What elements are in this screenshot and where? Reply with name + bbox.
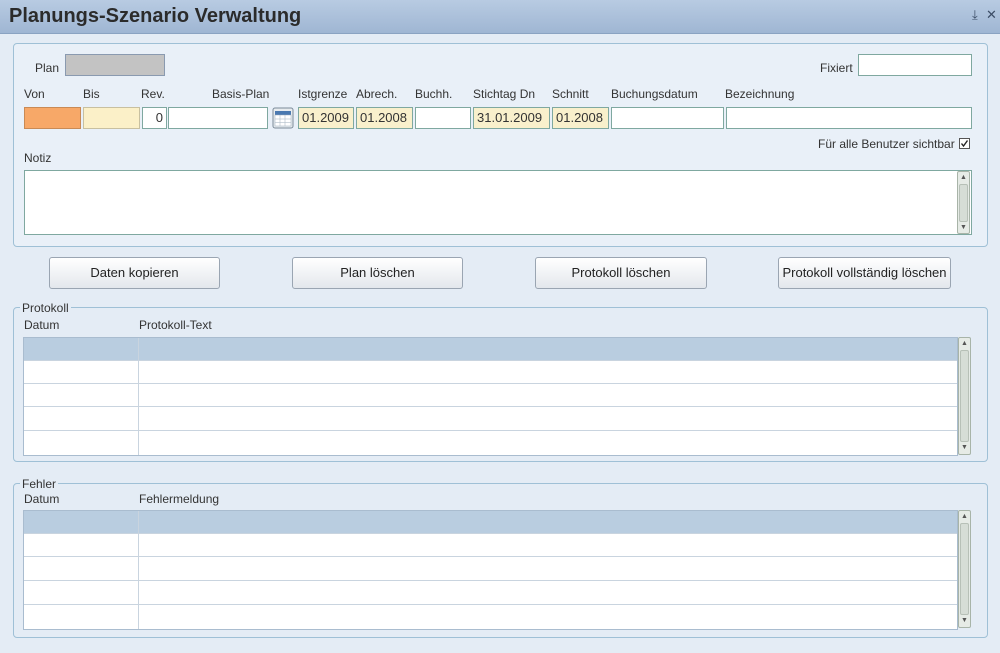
scroll-thumb[interactable]	[960, 523, 969, 615]
protokoll-header-datum: Datum	[24, 318, 60, 332]
table-row[interactable]	[24, 338, 957, 361]
fehler-table	[23, 510, 958, 630]
plan-loeschen-button[interactable]: Plan löschen	[292, 257, 463, 289]
scroll-thumb[interactable]	[960, 350, 969, 442]
protokoll-legend: Protokoll	[20, 301, 71, 315]
schnitt-label: Schnitt	[552, 87, 589, 101]
table-row[interactable]	[24, 582, 957, 605]
table-row[interactable]	[24, 511, 957, 534]
table-row[interactable]	[24, 605, 957, 628]
buchh-field[interactable]	[415, 107, 471, 129]
istgrenze-label: Istgrenze	[298, 87, 348, 101]
scroll-up-icon[interactable]: ▲	[960, 339, 969, 349]
bezeichnung-field[interactable]	[726, 107, 972, 129]
buchungsdatum-label: Buchungsdatum	[611, 87, 698, 101]
scroll-down-icon[interactable]: ▼	[960, 616, 969, 626]
minimize-icon[interactable]: ⤓	[972, 7, 978, 23]
daten-kopieren-button[interactable]: Daten kopieren	[49, 257, 220, 289]
protokoll-vollstaendig-loeschen-button[interactable]: Protokoll vollständig löschen	[778, 257, 951, 289]
fehler-scrollbar[interactable]: ▲ ▼	[958, 510, 971, 628]
buchungsdatum-field[interactable]	[611, 107, 724, 129]
fehler-legend: Fehler	[20, 477, 59, 491]
protokoll-scrollbar[interactable]: ▲ ▼	[958, 337, 971, 455]
istgrenze-field[interactable]: 01.2009	[298, 107, 354, 129]
basis-plan-label: Basis-Plan	[212, 87, 270, 101]
fehler-header-meldung: Fehlermeldung	[139, 492, 220, 506]
stichtag-label: Stichtag Dn	[473, 87, 536, 101]
table-row[interactable]	[24, 408, 957, 431]
rev-label: Rev.	[141, 87, 165, 101]
table-row[interactable]	[24, 534, 957, 557]
calendar-icon[interactable]	[272, 107, 294, 129]
protokoll-header-text: Protokoll-Text	[139, 318, 212, 332]
fixiert-field[interactable]	[858, 54, 972, 76]
stichtag-field[interactable]: 31.01.2009	[473, 107, 550, 129]
abrech-label: Abrech.	[356, 87, 398, 101]
scroll-up-icon[interactable]: ▲	[959, 173, 968, 183]
notiz-textarea[interactable]	[24, 170, 972, 235]
von-field[interactable]	[24, 107, 81, 129]
schnitt-field[interactable]: 01.2008	[552, 107, 609, 129]
plan-field[interactable]	[65, 54, 165, 76]
fixiert-label: Fixiert	[820, 61, 853, 75]
title-bar: Planungs-Szenario Verwaltung ⤓ ✕	[0, 0, 1000, 34]
scroll-down-icon[interactable]: ▼	[960, 443, 969, 453]
scroll-down-icon[interactable]: ▼	[959, 223, 968, 233]
bis-label: Bis	[83, 87, 100, 101]
table-row[interactable]	[24, 432, 957, 455]
protokoll-table	[23, 337, 958, 456]
von-label: Von	[24, 87, 45, 101]
bezeichnung-label: Bezeichnung	[725, 87, 795, 101]
table-row[interactable]	[24, 384, 957, 407]
bis-field[interactable]	[83, 107, 140, 129]
sichtbar-label: Für alle Benutzer sichtbar	[818, 137, 955, 151]
basis-plan-field[interactable]	[168, 107, 268, 129]
table-row[interactable]	[24, 558, 957, 581]
close-icon[interactable]: ✕	[986, 7, 997, 23]
table-row[interactable]	[24, 361, 957, 384]
sichtbar-checkbox[interactable]	[959, 138, 970, 149]
protokoll-loeschen-button[interactable]: Protokoll löschen	[535, 257, 707, 289]
scroll-thumb[interactable]	[959, 184, 968, 222]
notiz-label: Notiz	[24, 151, 52, 165]
column-divider	[138, 338, 139, 455]
notiz-scrollbar[interactable]: ▲ ▼	[957, 171, 970, 234]
scroll-up-icon[interactable]: ▲	[960, 512, 969, 522]
plan-label: Plan	[35, 61, 60, 75]
abrech-field[interactable]: 01.2008	[356, 107, 413, 129]
rev-field[interactable]: 0	[142, 107, 167, 129]
column-divider	[138, 511, 139, 629]
checkmark-icon	[960, 140, 969, 148]
fehler-header-datum: Datum	[24, 492, 60, 506]
buchh-label: Buchh.	[415, 87, 453, 101]
window-title: Planungs-Szenario Verwaltung	[9, 5, 302, 27]
